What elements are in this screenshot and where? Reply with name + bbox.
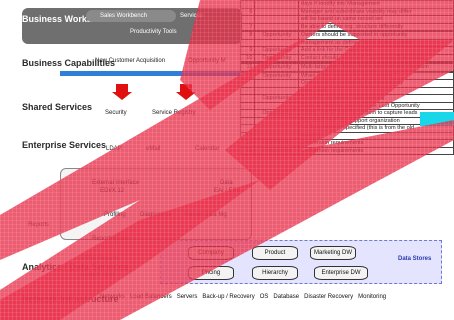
pricing-cylinder: Pricing xyxy=(188,266,234,280)
enterprise-dw-cylinder: Enterprise DW xyxy=(314,266,368,280)
down-arrow-icon xyxy=(112,84,132,100)
capability-opportunity: Opportunity M xyxy=(188,58,226,64)
hierarchy-cylinder: Hierarchy xyxy=(252,266,298,280)
edi-label: EDI/X.12 xyxy=(100,188,125,194)
productivity-tools-label: Productivity Tools xyxy=(130,29,177,35)
services-label: Services xyxy=(180,13,204,19)
highlight-strip xyxy=(420,112,454,126)
network-item: Database xyxy=(273,294,300,300)
tier-enterprise-services: Enterprise Services xyxy=(22,140,107,150)
calendar-label: Calendar xyxy=(195,146,220,152)
network-item: Networks xyxy=(100,294,126,300)
marketing-cylinder: Marketing DW xyxy=(310,246,356,260)
security-label: Security xyxy=(105,110,127,116)
master-data-label: Master Data Mg xyxy=(184,212,227,218)
data-stores-label: Data Stores xyxy=(398,256,432,262)
network-items: Networks Load Balancers Servers Back-up / R… xyxy=(100,294,391,300)
network-item: Monitoring xyxy=(358,294,387,300)
diagnostics-label: Diagnostics xyxy=(140,212,172,218)
custom-apps-label: Custom Apps xyxy=(80,272,116,278)
data-label: Data xyxy=(220,180,233,186)
external-interface-label: External Interface xyxy=(92,180,140,186)
capability-new-customer-acquisition: New Customer Acquisition xyxy=(95,58,166,64)
capability-blue-bar xyxy=(60,71,240,76)
service-registry-label: Service Registry xyxy=(152,110,196,116)
reporting-tool-label: Reporting tool xyxy=(92,236,130,242)
architecture-diagram: Business Workbench Sales Workbench Servi… xyxy=(0,0,454,320)
tier-shared-services: Shared Services xyxy=(22,102,93,112)
email-label: eMail xyxy=(146,146,161,152)
network-item: Load Balancers xyxy=(130,294,172,300)
esb-label: EAI / ESB xyxy=(214,188,241,194)
network-item: OS xyxy=(259,294,269,300)
company-cylinder: Company xyxy=(188,246,234,260)
reports-label: Reports xyxy=(28,222,50,228)
sales-workbench-label: Sales Workbench xyxy=(100,13,147,19)
network-item: Disaster Recovery xyxy=(304,294,354,300)
ssrs-label: SSRS Reports xyxy=(80,256,120,262)
down-arrow-icon xyxy=(176,84,196,100)
network-item: Servers xyxy=(176,294,198,300)
product-cylinder: Product xyxy=(252,246,298,260)
network-item: Back-up / Recovery xyxy=(202,294,255,300)
tier-analytics: Analytics / Data Services xyxy=(22,262,129,272)
profiling-label: Profiling xyxy=(104,212,126,218)
ldap-label: LDAP xyxy=(106,146,122,152)
middleware-box xyxy=(60,168,252,240)
